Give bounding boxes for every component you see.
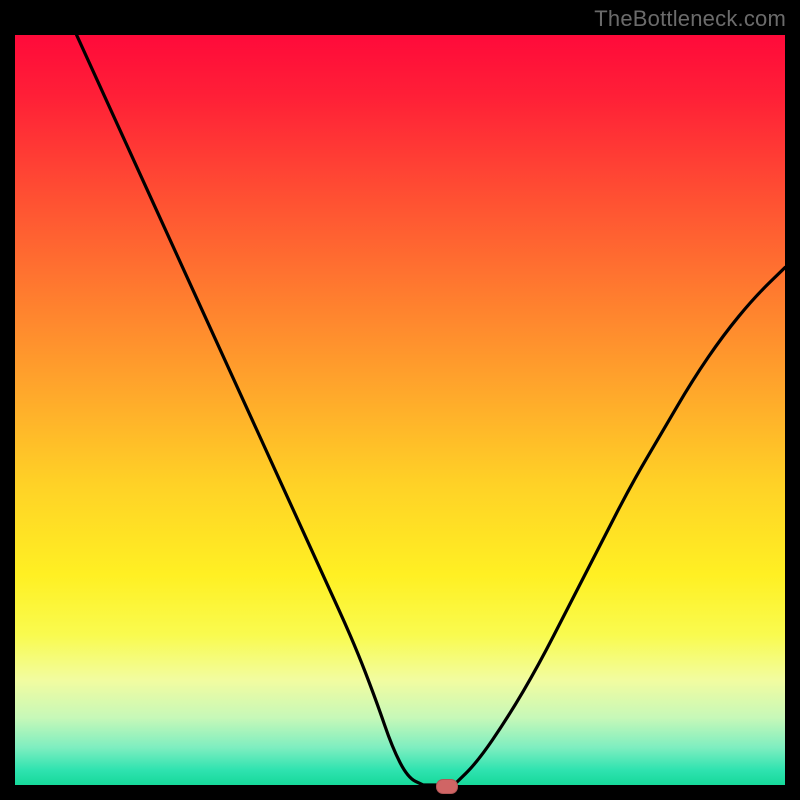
chart-frame: TheBottleneck.com <box>0 0 800 800</box>
plot-area <box>15 35 785 785</box>
bottleneck-curve <box>15 35 785 785</box>
watermark-text: TheBottleneck.com <box>594 6 786 32</box>
optimum-marker <box>436 779 458 794</box>
